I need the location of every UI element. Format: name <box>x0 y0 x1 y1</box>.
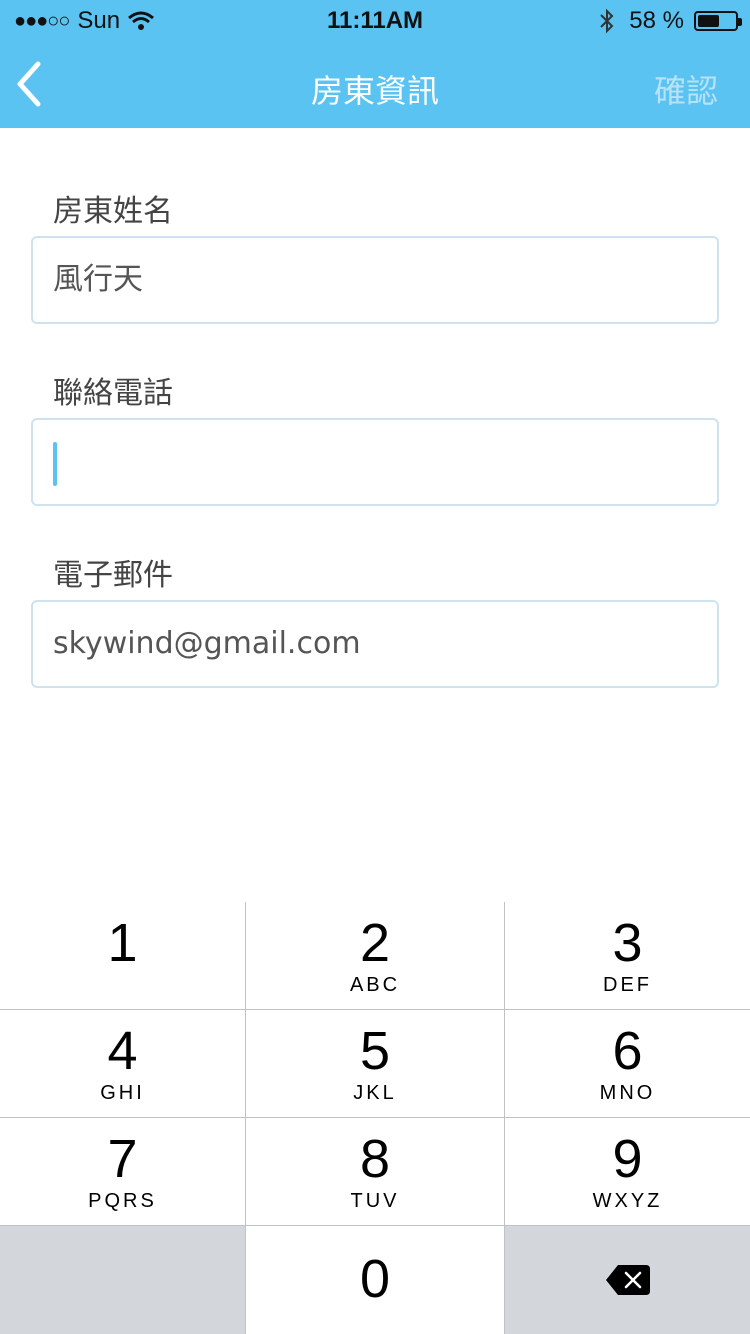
phone-field[interactable] <box>31 418 719 506</box>
key-blank <box>0 1226 246 1334</box>
key-digit: 4 <box>107 1021 138 1081</box>
text-cursor <box>53 442 57 486</box>
key-letters: TUV <box>350 1190 400 1212</box>
name-value: 風行天 <box>53 262 143 297</box>
key-letters: PQRS <box>88 1190 157 1212</box>
email-label: 電子郵件 <box>53 558 173 593</box>
key-digit: 2 <box>359 913 391 973</box>
key-digit: 0 <box>359 1249 391 1309</box>
bluetooth-icon <box>600 8 614 34</box>
key-5[interactable]: 5 JKL <box>246 1010 505 1118</box>
key-3[interactable]: 3 DEF <box>505 902 750 1010</box>
key-digit: 7 <box>107 1129 138 1189</box>
key-digit: 3 <box>612 913 643 973</box>
key-letters: GHI <box>100 1082 145 1104</box>
email-value: skywind@gmail.com <box>53 626 361 661</box>
key-digit: 8 <box>359 1129 391 1189</box>
key-2[interactable]: 2 ABC <box>246 902 505 1010</box>
key-4[interactable]: 4 GHI <box>0 1010 246 1118</box>
status-right: 58 % <box>599 7 742 35</box>
name-field[interactable]: 風行天 <box>31 236 719 324</box>
key-7[interactable]: 7 PQRS <box>0 1118 246 1226</box>
key-6[interactable]: 6 MNO <box>505 1010 750 1118</box>
header: ●●●○○ Sun 11:11AM 58 % 房東資訊 確認 <box>0 0 750 128</box>
key-0[interactable]: 0 <box>246 1226 505 1334</box>
key-letters: WXYZ <box>592 1190 663 1212</box>
page-title: 房東資訊 <box>310 72 439 110</box>
name-label: 房東姓名 <box>53 194 173 229</box>
key-digit: 6 <box>612 1021 643 1081</box>
delete-key[interactable] <box>505 1226 750 1334</box>
key-letters: DEF <box>603 974 652 996</box>
battery-icon <box>694 11 742 31</box>
key-8[interactable]: 8 TUV <box>246 1118 505 1226</box>
numeric-keypad: 1 2 ABC 3 DEF 4 GHI 5 JKL 6 MNO 7 PQRS 8… <box>0 902 750 1334</box>
key-letters: ABC <box>349 974 401 996</box>
confirm-button[interactable]: 確認 <box>654 66 718 112</box>
key-digit: 1 <box>107 913 138 973</box>
key-letters: MNO <box>599 1082 656 1104</box>
key-1[interactable]: 1 <box>0 902 246 1010</box>
email-field[interactable]: skywind@gmail.com <box>31 600 719 688</box>
battery-percentage: 58 % <box>629 7 684 34</box>
phone-label: 聯絡電話 <box>53 376 173 411</box>
status-bar: ●●●○○ Sun 11:11AM 58 % <box>0 0 750 40</box>
key-digit: 5 <box>359 1021 391 1081</box>
key-letters: JKL <box>353 1082 397 1104</box>
key-9[interactable]: 9 WXYZ <box>505 1118 750 1226</box>
backspace-icon <box>605 1265 650 1295</box>
nav-bar: 房東資訊 確認 <box>0 40 750 128</box>
key-digit: 9 <box>612 1129 643 1189</box>
